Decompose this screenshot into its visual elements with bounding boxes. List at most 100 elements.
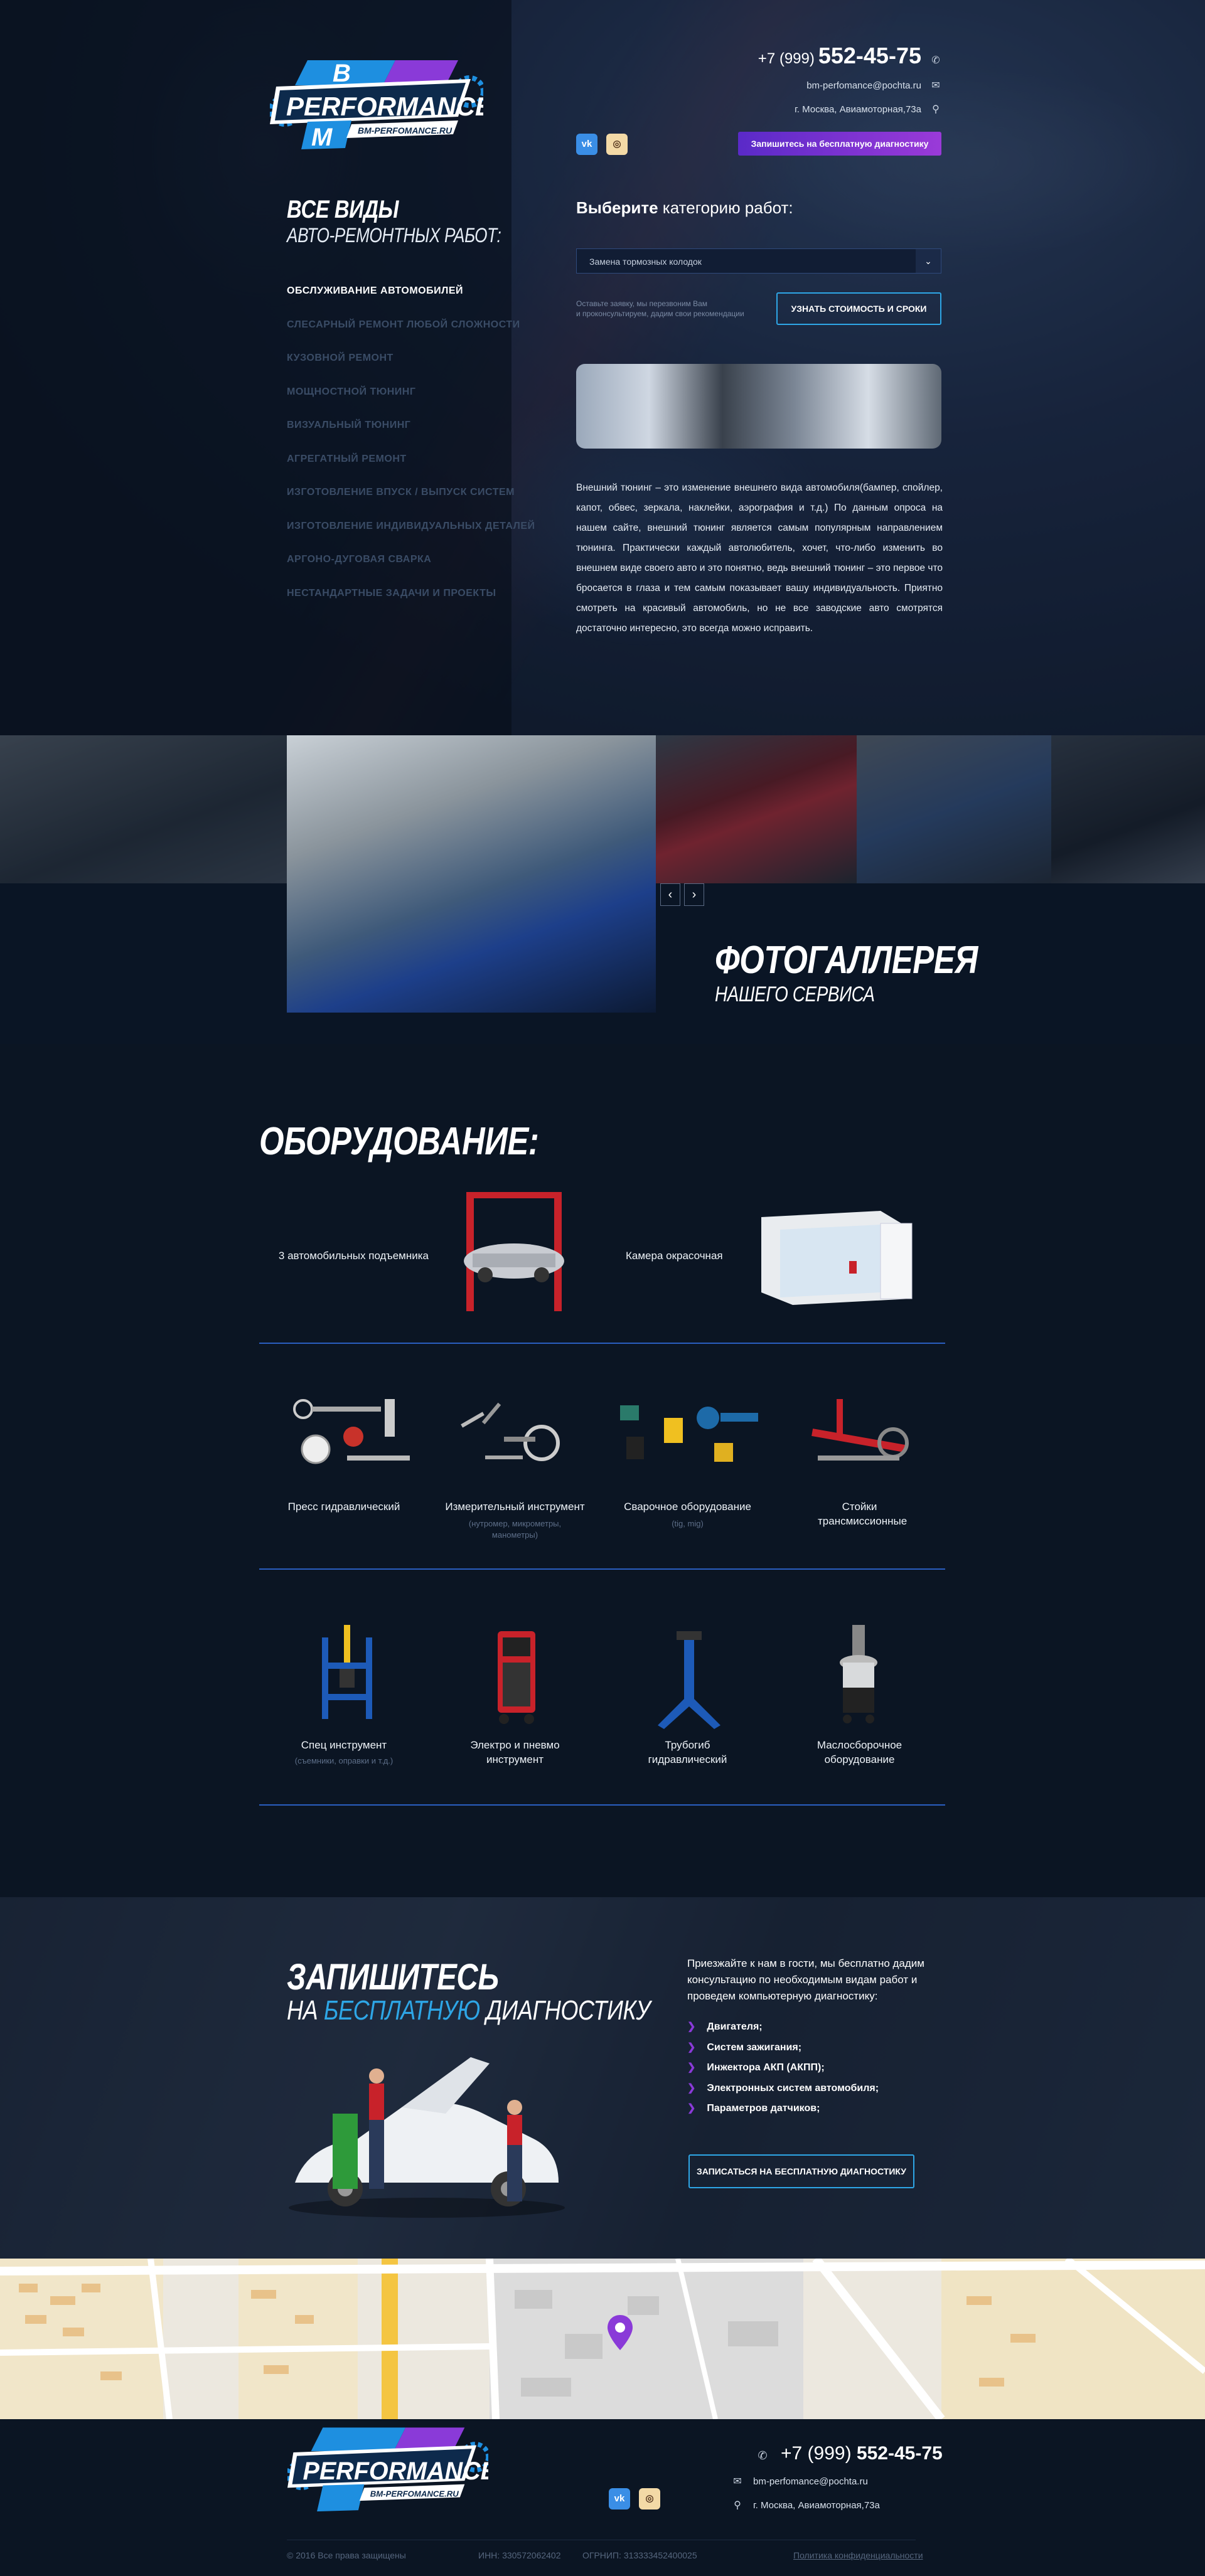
- map-pin-icon[interactable]: [608, 2315, 633, 2350]
- menu-item-locksmith[interactable]: СЛЕСАРНЫЙ РЕМОНТ ЛЮБОЙ СЛОЖНОСТИ: [287, 319, 535, 331]
- equipment-title: ОБОРУДОВАНИЕ:: [259, 1120, 539, 1163]
- header-diagnostics-button[interactable]: Запишитесь на бесплатную диагностику: [738, 132, 941, 156]
- signup-intro: Приезжайте к нам в гости, мы бесплатно д…: [687, 1957, 924, 2002]
- chevron-right-icon[interactable]: ›: [684, 883, 704, 906]
- welding-equipment-image: [620, 1405, 758, 1462]
- menu-item-unit-repair[interactable]: АГРЕГАТНЫЙ РЕМОНТ: [287, 454, 535, 465]
- svg-text:BM-PERFOMANCE.RU: BM-PERFOMANCE.RU: [358, 125, 453, 136]
- header-email[interactable]: bm-perfomance@pochta.ru ✉: [806, 79, 941, 92]
- hydraulic-press-image: [293, 1399, 410, 1464]
- signup-button[interactable]: ЗАПИСАТЬСЯ НА БЕСПЛАТНУЮ ДИАГНОСТИКУ: [688, 2154, 914, 2188]
- signup-section: [0, 1897, 1205, 2259]
- services-subtitle: АВТО-РЕМОНТНЫХ РАБОТ:: [287, 224, 501, 247]
- phone-prefix: +7 (999): [758, 50, 815, 67]
- power-tool-cart-image: [498, 1631, 535, 1724]
- header-phone[interactable]: +7 (999) 552-45-75 ✆: [758, 43, 941, 69]
- equipment-card[interactable]: Измерительный инструмент (нутромер, микр…: [429, 1380, 601, 1570]
- menu-item-body-repair[interactable]: КУЗОВНОЙ РЕМОНТ: [287, 353, 535, 364]
- services-menu: ОБСЛУЖИВАНИЕ АВТОМОБИЛЕЙ СЛЕСАРНЫЙ РЕМОН…: [287, 285, 535, 621]
- service-description: Внешний тюнинг – это изменение внешнего …: [576, 482, 943, 634]
- chevron-right-icon: ❯: [687, 2082, 696, 2094]
- vk-icon[interactable]: vk: [576, 134, 597, 155]
- svg-text:BM-PERFOMANCE.RU: BM-PERFOMANCE.RU: [370, 2489, 459, 2499]
- equipment-card[interactable]: Электро и пневмо инструмент: [429, 1612, 601, 1806]
- list-item: ❯ Инжектора АКП (АКПП);: [687, 2062, 825, 2073]
- mechanics-illustration: [289, 2057, 565, 2218]
- equipment-card[interactable]: Спец инструмент (съемники, оправки и т.д…: [259, 1612, 429, 1806]
- footer-address: ⚲ г. Москва, Авиамоторная,73а: [732, 2499, 880, 2511]
- menu-item-exhaust[interactable]: ИЗГОТОВЛЕНИЕ ВПУСК / ВЫПУСК СИСТЕМ: [287, 487, 535, 498]
- chevron-right-icon: ❯: [687, 2103, 696, 2114]
- category-select[interactable]: Замена тормозных колодок ⌄: [576, 248, 941, 274]
- chevron-right-icon: ❯: [687, 2041, 696, 2053]
- footer-logo[interactable]: PERFORMANCE BM-PERFOMANCE.RU: [286, 2422, 498, 2535]
- logo-graphic: B PERFORMANCE M BM-PERFOMANCE.RU: [269, 60, 494, 151]
- oil-collector-image: [840, 1625, 877, 1723]
- logo[interactable]: B PERFORMANCE M BM-PERFOMANCE.RU: [269, 54, 494, 167]
- chevron-right-icon: ❯: [687, 2062, 696, 2073]
- list-item: ❯ Двигателя;: [687, 2021, 763, 2032]
- vk-icon[interactable]: vk: [609, 2488, 630, 2509]
- equipment-card[interactable]: Пресс гидравлический: [259, 1380, 429, 1570]
- list-item: ❯ Параметров датчиков;: [687, 2103, 820, 2114]
- mail-icon: ✉: [931, 80, 940, 91]
- equipment-card[interactable]: Маслосборочное оборудование: [774, 1612, 945, 1806]
- header-address: г. Москва, Авиамоторная,73а ⚲: [795, 103, 941, 115]
- signup-title: ЗАПИШИТЕСЬ: [287, 1957, 499, 1998]
- menu-item-visual-tuning[interactable]: ВИЗУАЛЬНЫЙ ТЮНИНГ: [287, 420, 535, 431]
- location-pin-icon: ⚲: [734, 2500, 741, 2511]
- services-title: ВСЕ ВИДЫ: [287, 196, 399, 223]
- paint-booth-image: [761, 1211, 913, 1305]
- logo-graphic: PERFORMANCE BM-PERFOMANCE.RU: [286, 2427, 498, 2512]
- signup-background-overlay: [0, 1897, 1205, 2259]
- copyright: © 2016 Все права защищены: [287, 2550, 406, 2560]
- svg-text:B: B: [333, 60, 351, 87]
- instagram-icon[interactable]: ◎: [606, 134, 628, 155]
- pipe-bender-image: [658, 1631, 720, 1729]
- phone-icon: ✆: [931, 55, 940, 66]
- phone-number: 552-45-75: [818, 43, 921, 68]
- ogrnip: ОГРНИП: 313333452400025: [582, 2550, 697, 2560]
- footer-phone[interactable]: ✆ +7 (999) 552-45-75: [757, 2443, 942, 2464]
- car-lift-image: [464, 1192, 564, 1311]
- chevron-right-icon: ❯: [687, 2021, 696, 2032]
- mail-icon: ✉: [733, 2476, 742, 2487]
- price-button[interactable]: УЗНАТЬ СТОИМОСТЬ И СРОКИ: [776, 292, 941, 325]
- menu-item-power-tuning[interactable]: МОЩНОСТНОЙ ТЮНИНГ: [287, 386, 535, 398]
- location-map[interactable]: [0, 2259, 1205, 2419]
- equipment-card[interactable]: Камера окрасочная: [598, 1179, 945, 1344]
- inn: ИНН: 330572062402: [478, 2550, 561, 2560]
- chevron-left-icon[interactable]: ‹: [660, 883, 680, 906]
- svg-text:PERFORMANCE: PERFORMANCE: [286, 92, 483, 121]
- list-item: ❯ Систем зажигания;: [687, 2041, 802, 2053]
- gallery-section: ‹ ›: [0, 735, 1205, 1044]
- menu-item-custom-parts[interactable]: ИЗГОТОВЛЕНИЕ ИНДИВИДУАЛЬНЫХ ДЕТАЛЕЙ: [287, 521, 535, 532]
- svg-text:M: M: [311, 124, 333, 151]
- gallery-main-photo[interactable]: [287, 735, 656, 1013]
- instagram-icon[interactable]: ◎: [639, 2488, 660, 2509]
- diagnostics-list: ❯ Двигателя; ❯ Систем зажигания; ❯ Инжектор…: [687, 2020, 879, 2122]
- privacy-link[interactable]: Политика конфиденциальности: [793, 2550, 923, 2560]
- chevron-down-icon: ⌄: [916, 249, 941, 273]
- special-tool-image: [322, 1625, 372, 1719]
- signup-subtitle: НА БЕСПЛАТНУЮ ДИАГНОСТИКУ: [287, 1995, 650, 2026]
- phone-icon: ✆: [758, 2449, 768, 2462]
- footer-email[interactable]: ✉ bm-perfomance@pochta.ru: [732, 2475, 868, 2488]
- gallery-subtitle: НАШЕГО СЕРВИСА: [715, 982, 875, 1006]
- equipment-card[interactable]: Сварочное оборудование (tig, mig): [601, 1380, 774, 1570]
- list-item: ❯ Электронных систем автомобиля;: [687, 2082, 879, 2094]
- equipment-card[interactable]: 3 автомобильных подъемника: [259, 1179, 598, 1344]
- equipment-card[interactable]: Трубогиб гидравлический: [601, 1612, 774, 1806]
- equipment-card[interactable]: Стойки трансмиссионные: [774, 1380, 945, 1570]
- category-title: Выберите категорию работ:: [576, 198, 793, 217]
- transmission-stand-image: [811, 1399, 909, 1461]
- engine-photo: [576, 364, 941, 449]
- category-note: Оставьте заявку, мы перезвоним Вам и прок…: [576, 299, 744, 318]
- measuring-tool-image: [461, 1402, 560, 1461]
- menu-item-custom-projects[interactable]: НЕСТАНДАРТНЫЕ ЗАДАЧИ И ПРОЕКТЫ: [287, 588, 535, 599]
- menu-item-maintenance[interactable]: ОБСЛУЖИВАНИЕ АВТОМОБИЛЕЙ: [287, 285, 535, 297]
- svg-text:PERFORMANCE: PERFORMANCE: [303, 2457, 488, 2485]
- location-pin-icon: ⚲: [932, 104, 940, 115]
- gallery-title: ФОТОГАЛЛЕРЕЯ: [715, 939, 978, 982]
- menu-item-argon-welding[interactable]: АРГОНО-ДУГОВАЯ СВАРКА: [287, 554, 535, 565]
